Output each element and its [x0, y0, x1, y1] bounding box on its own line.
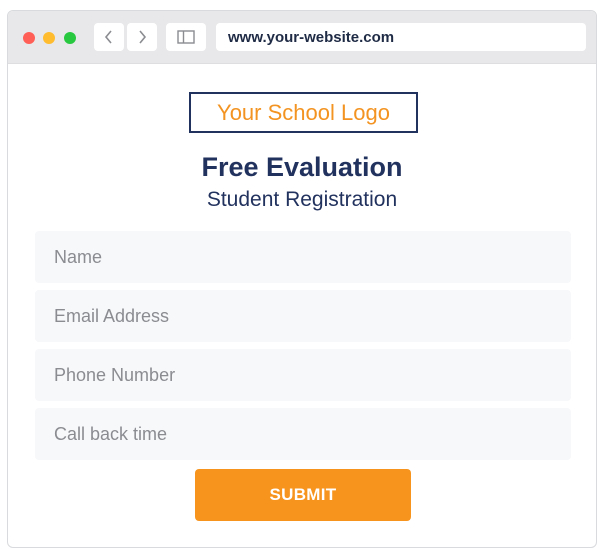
logo-text: Your School Logo	[217, 99, 390, 125]
browser-window: www.your-website.com Your School Logo Fr…	[7, 10, 597, 548]
name-input[interactable]	[35, 231, 571, 283]
phone-input[interactable]	[35, 349, 571, 401]
chevron-right-icon	[139, 30, 147, 44]
page-subtitle: Student Registration	[206, 188, 398, 211]
sidebar-icon	[177, 30, 195, 44]
browser-titlebar: www.your-website.com	[8, 11, 596, 64]
back-button[interactable]	[94, 23, 124, 51]
email-input[interactable]	[35, 290, 571, 342]
close-window-button[interactable]	[23, 32, 35, 44]
address-bar[interactable]: www.your-website.com	[216, 23, 586, 51]
submit-button[interactable]: SUBMIT	[195, 469, 411, 521]
sidebar-toggle-button[interactable]	[166, 23, 206, 51]
school-logo: Your School Logo	[189, 92, 418, 133]
forward-button[interactable]	[127, 23, 157, 51]
url-text: www.your-website.com	[228, 28, 395, 46]
minimize-window-button[interactable]	[43, 32, 55, 44]
maximize-window-button[interactable]	[64, 32, 76, 44]
callback-time-input[interactable]	[35, 408, 571, 460]
chevron-left-icon	[104, 30, 112, 44]
page-title: Free Evaluation	[201, 152, 403, 182]
